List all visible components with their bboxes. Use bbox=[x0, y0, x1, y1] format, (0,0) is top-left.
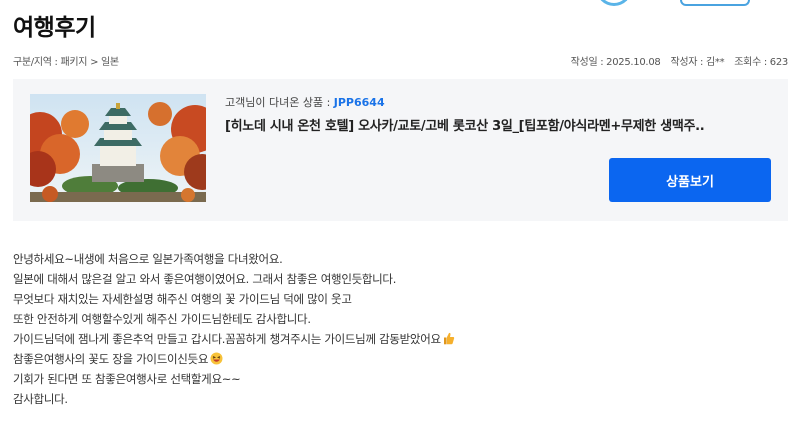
product-name[interactable]: [히노데 시내 온천 호텔] 오사카/교토/고베 롯코산 3일_[팁포함/야식라… bbox=[225, 115, 770, 134]
product-caption-label: 고객님이 다녀온 상품 : bbox=[225, 96, 334, 109]
review-line: 안녕하세요~내생에 처음으로 일본가족여행을 다녀왔어요. bbox=[13, 252, 283, 266]
review-line-text: 가이드님덕에 잼나게 좋은추억 만들고 갑시다.꼼꼼하게 챙겨주시는 가이드님께… bbox=[13, 332, 441, 346]
review-line: 감사합니다. bbox=[13, 392, 68, 406]
review-line: 무엇보다 재치있는 자세한설명 해주신 여행의 꽃 가이드님 덕에 많이 웃고 bbox=[13, 292, 352, 306]
review-line: 기회가 된다면 또 참좋은여행사로 선택할게요~~ bbox=[13, 372, 241, 386]
castle-image-icon bbox=[30, 94, 206, 202]
post-views: 조회수 : 623 bbox=[734, 57, 788, 68]
review-line: 또한 안전하게 여행할수있게 해주신 가이드님한테도 감사합니다. bbox=[13, 312, 311, 326]
osaka-castle-photo[interactable] bbox=[30, 94, 206, 202]
laughing-face-icon bbox=[210, 351, 223, 371]
product-card: 고객님이 다녀온 상품 : JPP6644 [히노데 시내 온천 호텔] 오사카… bbox=[13, 79, 788, 221]
header-decoration-arc bbox=[596, 0, 632, 6]
header-decoration-box bbox=[680, 0, 750, 6]
review-content: 안녕하세요~내생에 처음으로 일본가족여행을 다녀왔어요. 일본에 대해서 많은… bbox=[13, 249, 783, 409]
view-product-button[interactable]: 상품보기 bbox=[609, 158, 771, 202]
product-code[interactable]: JPP6644 bbox=[334, 96, 385, 109]
product-caption: 고객님이 다녀온 상품 : JPP6644 bbox=[225, 94, 385, 110]
category-breadcrumb: 구분/지역 : 패키지 > 일본 bbox=[13, 57, 119, 68]
review-page: 여행후기 구분/지역 : 패키지 > 일본 작성일 : 2025.10.08 작… bbox=[0, 0, 800, 434]
review-line: 가이드님덕에 잼나게 좋은추억 만들고 갑시다.꼼꼼하게 챙겨주시는 가이드님께… bbox=[13, 329, 783, 349]
post-meta: 작성일 : 2025.10.08 작성자 : 김** 조회수 : 623 bbox=[570, 53, 789, 68]
review-line: 참좋은여행사의 꽃도 장을 가이드이신듯요 bbox=[13, 349, 783, 369]
review-line-text: 참좋은여행사의 꽃도 장을 가이드이신듯요 bbox=[13, 352, 209, 366]
page-title: 여행후기 bbox=[13, 15, 96, 41]
post-date: 작성일 : 2025.10.08 bbox=[570, 57, 661, 68]
review-line: 일본에 대해서 많은걸 알고 와서 좋은여행이였어요. 그래서 참좋은 여행인듯… bbox=[13, 272, 397, 286]
thumbs-up-icon bbox=[443, 331, 455, 351]
post-author: 작성자 : 김** bbox=[670, 57, 725, 68]
